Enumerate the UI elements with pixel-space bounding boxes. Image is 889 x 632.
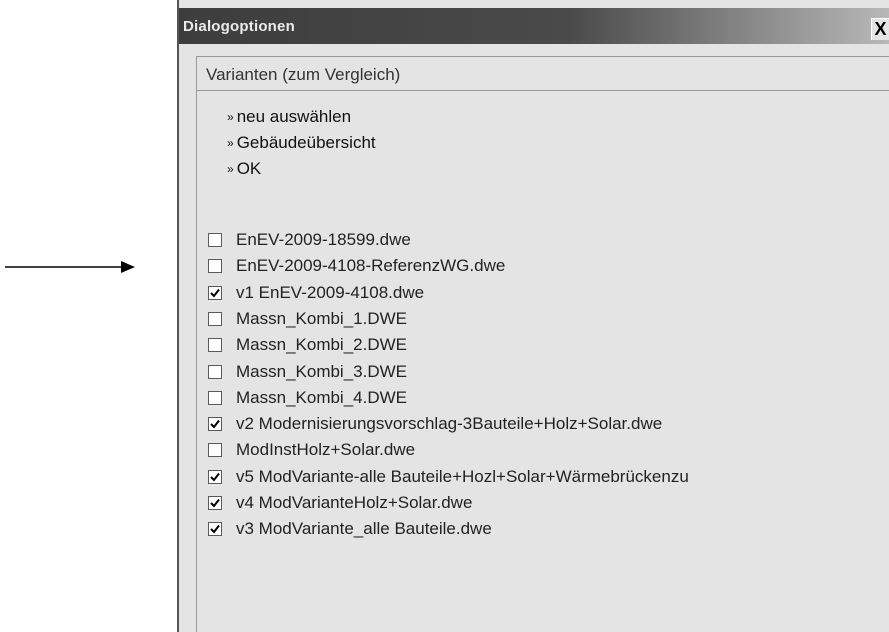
variant-label: v1 EnEV-2009-4108.dwe <box>236 282 425 302</box>
checkbox-unchecked[interactable] <box>208 259 222 274</box>
variant-label: ModInstHolz+Solar.dwe <box>236 440 416 460</box>
checkbox-unchecked[interactable] <box>208 390 222 405</box>
variant-label: Massn_Kombi_4.DWE <box>236 387 408 407</box>
variant-label: EnEV-2009-4108-ReferenzWG.dwe <box>236 256 506 276</box>
variant-label: v3 ModVariante_alle Bauteile.dwe <box>236 519 492 539</box>
building-overview-link[interactable]: » Gebäudeübersicht <box>227 133 376 153</box>
checkbox-checked[interactable] <box>208 285 222 300</box>
variant-label: v5 ModVariante-alle Bauteile+Hozl+Solar+… <box>236 466 689 486</box>
variant-label: v2 Modernisierungsvorschlag-3Bauteile+Ho… <box>236 414 663 434</box>
raquo-icon: » <box>227 162 234 176</box>
checkmark-icon <box>210 525 220 534</box>
variants-section-header: Varianten (zum Vergleich) <box>196 56 889 91</box>
variants-section-title: Varianten (zum Vergleich) <box>206 65 401 84</box>
dialog-title: Dialogoptionen <box>183 18 295 35</box>
variant-label: Massn_Kombi_1.DWE <box>236 308 408 328</box>
variant-label: EnEV-2009-18599.dwe <box>236 230 411 249</box>
checkbox-unchecked[interactable] <box>208 443 222 458</box>
variant-label: Massn_Kombi_3.DWE <box>236 361 408 381</box>
dialog-titlebar[interactable]: Dialogoptionen X <box>179 8 889 44</box>
options-dialog: Dialogoptionen X Varianten (zum Vergleic… <box>177 0 889 632</box>
checkbox-unchecked[interactable] <box>208 311 222 326</box>
checkbox-checked[interactable] <box>208 417 222 432</box>
action-label: OK <box>236 159 262 178</box>
raquo-icon: » <box>227 136 234 150</box>
screenshot-page: Dialogoptionen X Varianten (zum Vergleic… <box>0 0 889 632</box>
action-label: Gebäudeübersicht <box>236 133 376 152</box>
checkbox-unchecked[interactable] <box>208 233 222 247</box>
checkbox-unchecked[interactable] <box>208 364 222 379</box>
checkmark-icon <box>210 498 220 508</box>
checkmark-icon <box>210 472 220 482</box>
raquo-icon: » <box>227 110 234 124</box>
checkbox-unchecked[interactable] <box>208 338 222 353</box>
checkmark-icon <box>210 419 220 429</box>
action-label: neu auswählen <box>236 107 352 126</box>
checkbox-checked[interactable] <box>208 496 222 510</box>
variant-label: v4 ModVarianteHolz+Solar.dwe <box>236 493 473 512</box>
checkbox-checked[interactable] <box>208 522 222 537</box>
checkmark-icon <box>210 288 220 298</box>
pointer-arrow <box>5 261 135 273</box>
checkbox-checked[interactable] <box>208 469 222 484</box>
variant-label: Massn_Kombi_2.DWE <box>236 335 408 355</box>
select-new-link[interactable]: » neu auswählen <box>227 107 351 127</box>
variants-panel: » neu auswählen » Gebäudeübersicht » OK EnE… <box>196 90 889 632</box>
ok-link[interactable]: » OK <box>227 159 261 179</box>
close-button[interactable]: X <box>871 18 889 40</box>
close-icon: X <box>874 19 887 39</box>
